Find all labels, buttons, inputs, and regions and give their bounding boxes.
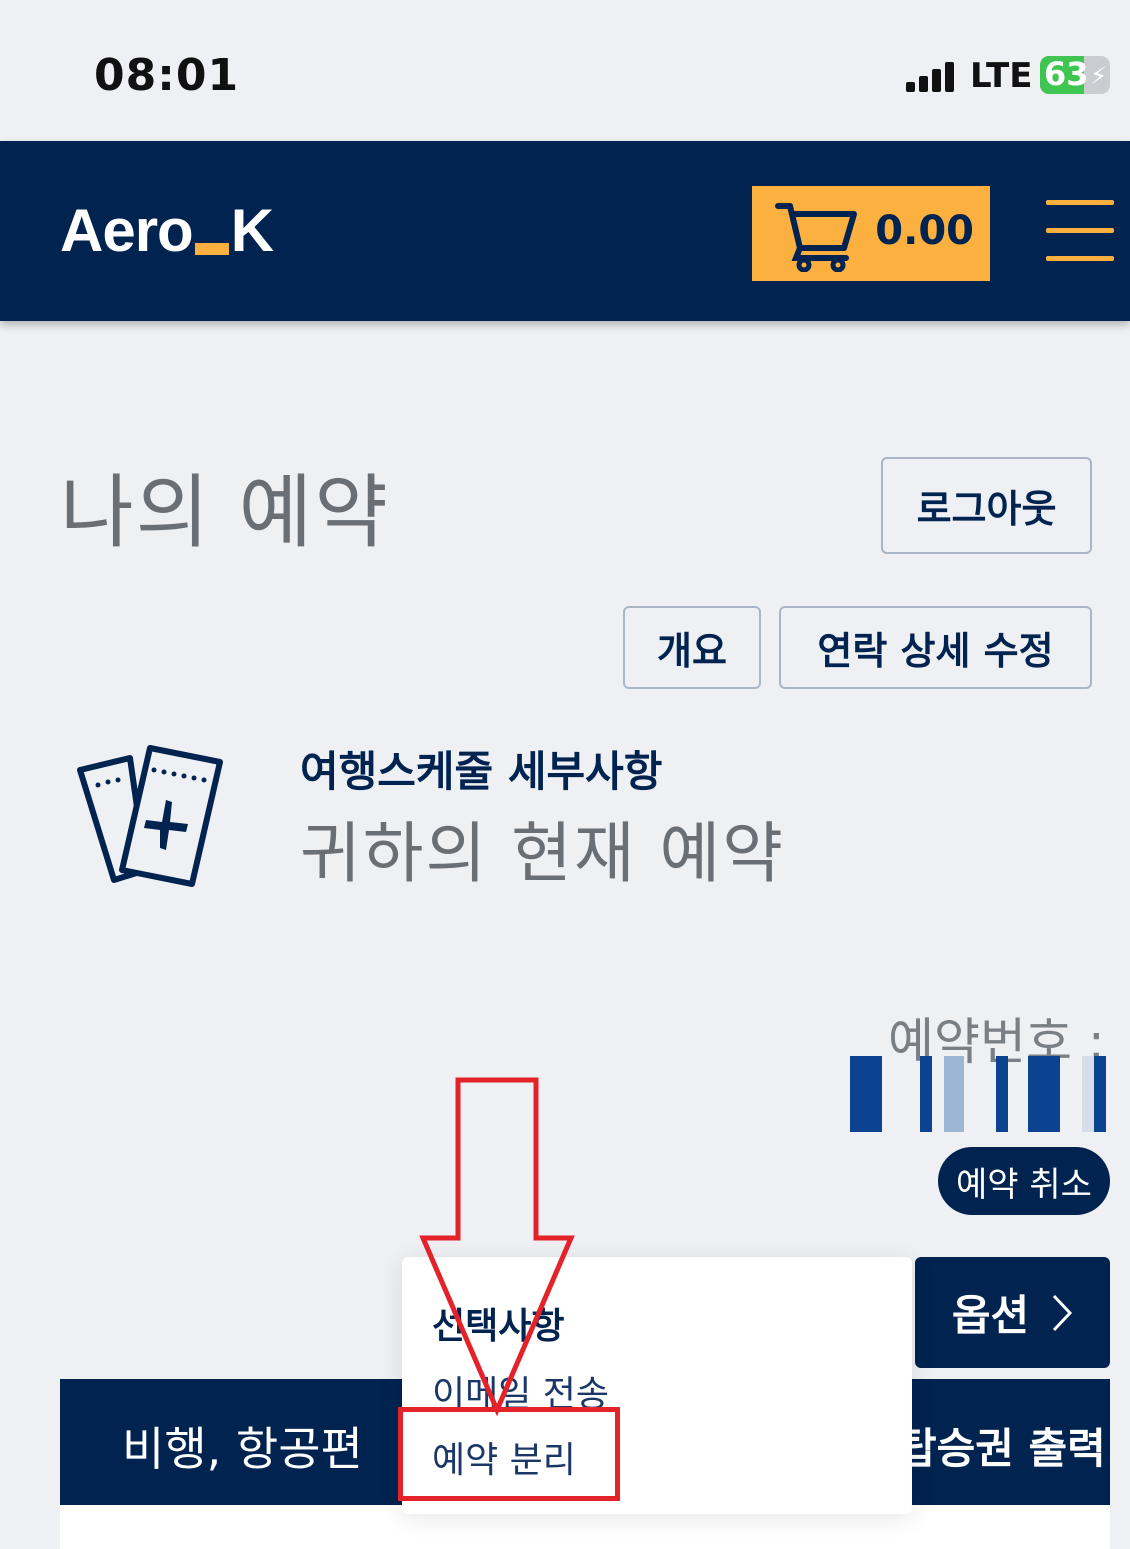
battery-icon: 63 ⚡: [1040, 56, 1110, 94]
itinerary-subtitle: 귀하의 현재 예약: [300, 815, 785, 892]
edit-contact-button[interactable]: 연락 상세 수정: [779, 606, 1092, 689]
cancel-booking-button[interactable]: 예약 취소: [938, 1147, 1110, 1215]
page-title: 나의 예약: [60, 466, 390, 559]
menu-item-send-email[interactable]: 이메일 전송: [432, 1365, 609, 1417]
tickets-icon: [77, 745, 223, 887]
logout-button[interactable]: 로그아웃: [881, 457, 1092, 554]
logo-dash: [194, 243, 229, 255]
chevron-right-icon: [1053, 1294, 1073, 1331]
cart-button[interactable]: 0.00: [752, 186, 990, 281]
dropdown-title: 선택사항: [432, 1306, 565, 1347]
tab-print-boarding-pass[interactable]: 탑승권 출력: [898, 1415, 1106, 1476]
cart-total: 0.00: [875, 208, 974, 254]
logo-text-right: K: [230, 197, 274, 264]
hamburger-menu-icon[interactable]: [1046, 200, 1114, 262]
booking-number-redacted: [850, 1056, 1106, 1132]
tab-flight[interactable]: 비행, 항공편: [122, 1413, 363, 1479]
status-time: 08:01: [94, 50, 240, 101]
itinerary-title: 여행스케줄 세부사항: [300, 747, 663, 796]
logo-text-left: Aero: [60, 197, 194, 264]
charging-icon: ⚡: [1090, 62, 1107, 90]
options-dropdown: 선택사항 이메일 전송 예약 분리: [402, 1257, 912, 1514]
battery-percent: 63: [1044, 56, 1089, 93]
network-label: LTE: [970, 56, 1033, 96]
signal-icon: [906, 60, 960, 92]
overview-button[interactable]: 개요: [623, 606, 761, 689]
aero-k-logo[interactable]: Aero K: [60, 196, 274, 265]
options-label: 옵션: [951, 1291, 1030, 1340]
cart-icon: [775, 203, 857, 272]
options-button[interactable]: 옵션: [915, 1257, 1110, 1368]
menu-item-split-booking[interactable]: 예약 분리: [432, 1431, 576, 1483]
